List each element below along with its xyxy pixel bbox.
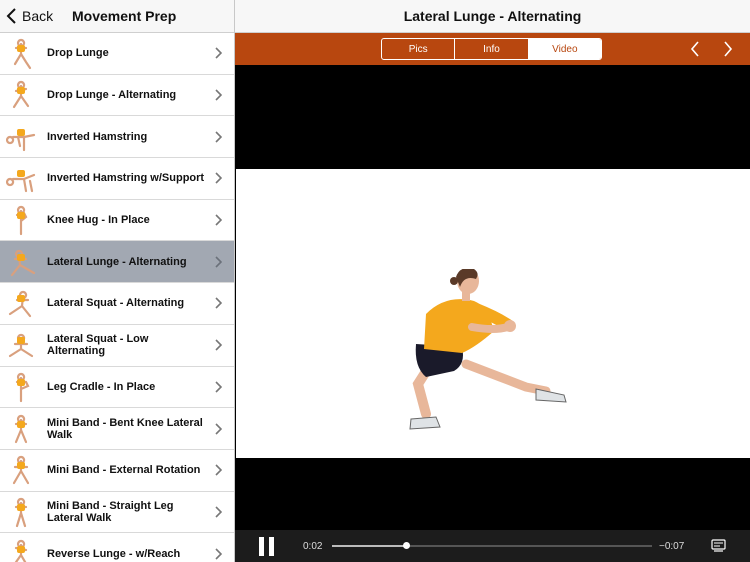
back-button[interactable]: Back xyxy=(0,7,53,25)
exercise-list-item[interactable]: Lateral Squat - Alternating xyxy=(0,283,234,325)
exercise-label: Inverted Hamstring xyxy=(47,130,148,143)
exercise-thumbnail xyxy=(0,200,42,240)
chevron-right-icon xyxy=(215,506,222,518)
captions-icon[interactable] xyxy=(711,539,726,552)
page-title: Lateral Lunge - Alternating xyxy=(403,8,582,24)
sidebar: Back Movement Prep Drop Lunge Drop Lunge … xyxy=(0,0,235,562)
exercise-label: Leg Cradle - In Place xyxy=(47,380,156,393)
elapsed-time: 0:02 xyxy=(303,541,323,552)
tab-info[interactable]: Info xyxy=(455,39,529,59)
exercise-list-item[interactable]: Reverse Lunge - w/Reach xyxy=(0,533,234,562)
chevron-right-icon xyxy=(215,297,222,310)
chevron-right-icon xyxy=(215,256,222,268)
exercise-list-item[interactable]: Drop Lunge - Alternating xyxy=(0,74,234,117)
exercise-thumbnail xyxy=(0,158,42,198)
chevron-right-icon xyxy=(215,89,222,101)
chevron-right-icon xyxy=(215,464,222,476)
exercise-list-item[interactable]: Drop Lunge xyxy=(0,33,234,75)
exercise-thumbnail xyxy=(0,367,42,407)
exercise-label: Knee Hug - In Place xyxy=(47,214,150,227)
video-frame[interactable] xyxy=(236,169,750,458)
exercise-thumbnail xyxy=(0,117,42,157)
sidebar-title: Movement Prep xyxy=(72,8,177,24)
exercise-thumbnail xyxy=(0,534,42,562)
exercise-label: Mini Band - Bent Knee Lateral Walk xyxy=(47,416,203,441)
exercise-label: Inverted Hamstring w/Support xyxy=(47,172,205,185)
sidebar-header: Back Movement Prep xyxy=(0,0,234,33)
back-label: Back xyxy=(22,8,54,24)
exercise-list-item[interactable]: Leg Cradle - In Place xyxy=(0,366,234,409)
scrubber-progress xyxy=(332,545,406,547)
chevron-right-icon xyxy=(215,214,222,226)
exercise-label: Reverse Lunge - w/Reach xyxy=(47,547,181,560)
exercise-figure-image xyxy=(409,269,567,430)
remaining-time: −0:07 xyxy=(659,541,685,552)
tab-video[interactable]: Video xyxy=(528,39,601,59)
chevron-right-icon xyxy=(215,131,222,143)
toolbar: Pics Info Video xyxy=(235,33,750,65)
chevron-left-icon xyxy=(6,8,16,24)
exercise-label: Drop Lunge - Alternating xyxy=(47,89,177,102)
exercise-list-item[interactable]: Lateral Lunge - Alternating xyxy=(0,241,234,284)
exercise-label: Mini Band - Straight Leg Lateral Walk xyxy=(47,499,174,524)
exercise-label: Lateral Lunge - Alternating xyxy=(47,255,187,268)
exercise-thumbnail xyxy=(0,492,42,532)
pause-icon[interactable] xyxy=(259,537,275,556)
video-player[interactable] xyxy=(235,65,750,530)
main-panel: Lateral Lunge - Alternating Pics Info Vi… xyxy=(235,0,750,562)
seek-scrubber[interactable] xyxy=(332,542,652,549)
exercise-list-item[interactable]: Knee Hug - In Place xyxy=(0,199,234,242)
exercise-list: Drop Lunge Drop Lunge - Alternating Invert… xyxy=(0,33,234,562)
exercise-list-item[interactable]: Inverted Hamstring xyxy=(0,116,234,159)
exercise-list-item[interactable]: Lateral Squat - Low Alternating xyxy=(0,324,234,367)
chevron-right-icon xyxy=(215,422,222,435)
exercise-list-item[interactable]: Mini Band - Bent Knee Lateral Walk xyxy=(0,408,234,450)
exercise-thumbnail xyxy=(0,450,42,490)
exercise-thumbnail xyxy=(0,75,42,115)
exercise-thumbnail xyxy=(0,409,42,449)
exercise-label: Lateral Squat - Alternating xyxy=(47,297,185,310)
chevron-right-icon xyxy=(215,548,222,560)
view-segmented-control: Pics Info Video xyxy=(381,38,602,60)
chevron-right-icon xyxy=(215,339,222,351)
exercise-thumbnail xyxy=(0,242,42,282)
exercise-list-item[interactable]: Inverted Hamstring w/Support xyxy=(0,158,234,200)
exercise-label: Lateral Squat - Low Alternating xyxy=(47,333,149,358)
chevron-right-icon xyxy=(215,47,222,59)
player-controls: 0:02 −0:07 xyxy=(235,530,750,562)
exercise-list-item[interactable]: Mini Band - Straight Leg Lateral Walk xyxy=(0,491,234,534)
scrubber-knob[interactable] xyxy=(402,542,410,549)
previous-exercise-button[interactable] xyxy=(690,41,700,57)
exercise-thumbnail xyxy=(0,325,42,365)
exercise-label: Mini Band - External Rotation xyxy=(47,464,201,477)
chevron-right-icon xyxy=(215,172,222,184)
next-exercise-button[interactable] xyxy=(723,41,733,57)
main-header: Lateral Lunge - Alternating xyxy=(235,0,750,33)
exercise-list-item[interactable]: Mini Band - External Rotation xyxy=(0,449,234,492)
exercise-thumbnail xyxy=(0,33,42,73)
tab-pics[interactable]: Pics xyxy=(382,39,456,59)
exercise-label: Drop Lunge xyxy=(47,47,109,60)
chevron-right-icon xyxy=(215,381,222,393)
exercise-thumbnail xyxy=(0,283,42,323)
